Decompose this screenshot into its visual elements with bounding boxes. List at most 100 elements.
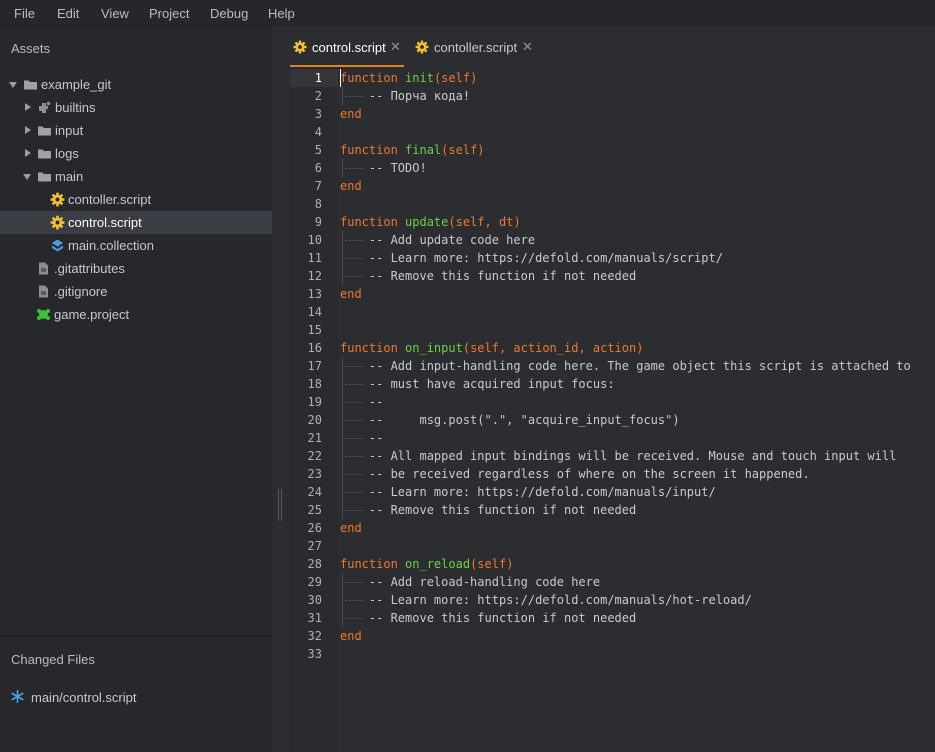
indent-guide [342, 501, 343, 519]
line-number: 8 [314, 197, 322, 211]
close-icon[interactable]: ✕ [522, 39, 533, 55]
chevron-right-icon[interactable] [25, 149, 31, 157]
line-number: 23 [307, 467, 322, 481]
menu-project[interactable]: Project [149, 6, 189, 21]
menu-bar: File Edit View Project Debug Help [0, 0, 935, 27]
code-line: -- Learn more: https://defold.com/manual… [368, 485, 716, 499]
line-number: 26 [307, 521, 322, 535]
tab-label: control.script [312, 40, 386, 55]
whitespace-marker [345, 582, 363, 583]
chevron-right-icon[interactable] [25, 103, 31, 111]
chevron-down-icon[interactable] [9, 82, 17, 88]
tab-label: contoller.script [434, 40, 518, 55]
line-number: 16 [307, 341, 322, 355]
code-line: function init(self) [340, 71, 478, 85]
whitespace-marker [345, 96, 363, 97]
chevron-down-icon[interactable] [23, 174, 31, 180]
line-number: 18 [307, 377, 322, 391]
gear-script-icon [50, 215, 65, 230]
whitespace-marker [345, 402, 363, 403]
indent-guide [342, 267, 343, 285]
line-number: 20 [307, 413, 322, 427]
menu-debug[interactable]: Debug [210, 6, 248, 21]
editor-tab-bar: control.script ✕ contoller.script ✕ [290, 27, 935, 67]
chevron-right-icon[interactable] [25, 126, 31, 134]
tree-item-label: main [55, 169, 84, 184]
line-number: 11 [307, 251, 322, 265]
code-line: function on_input(self, action_id, actio… [340, 341, 644, 355]
tree-item-label: builtins [55, 100, 96, 115]
line-number: 9 [314, 215, 322, 229]
line-number: 29 [307, 575, 322, 589]
tree-item-label: example_git [41, 77, 112, 92]
line-number: 5 [314, 143, 322, 157]
whitespace-marker [345, 618, 363, 619]
menu-help[interactable]: Help [268, 6, 295, 21]
code-line: -- Add input-handling code here. The gam… [368, 359, 911, 373]
tab-contoller-script[interactable]: contoller.script ✕ [412, 27, 533, 67]
whitespace-marker [345, 384, 363, 385]
code-line: -- Add update code here [368, 233, 536, 247]
whitespace-marker [345, 474, 363, 475]
code-line: -- All mapped input bindings will be rec… [368, 449, 897, 463]
gear-script-icon [50, 192, 65, 207]
tree-item-label: control.script [68, 215, 142, 230]
whitespace-marker [345, 438, 363, 439]
tree-item-main[interactable]: main [0, 165, 272, 188]
line-number: 28 [307, 557, 322, 571]
indent-guide [342, 393, 343, 411]
code-line: -- must have acquired input focus: [368, 377, 615, 391]
code-line: -- Remove this function if not needed [368, 269, 637, 283]
pane-splitter[interactable] [272, 27, 290, 752]
tree-item-main-collection[interactable]: main.collection [0, 234, 272, 257]
tree-item-gitignore[interactable]: .gitignore [0, 280, 272, 303]
folder-icon [23, 77, 38, 92]
line-number: 33 [307, 647, 322, 661]
indent-guide [342, 573, 343, 591]
code-line: -- Learn more: https://defold.com/manual… [368, 593, 752, 607]
line-number: 4 [314, 125, 322, 139]
tree-item-label: contoller.script [68, 192, 152, 207]
code-line: end [340, 629, 362, 643]
tree-item-logs[interactable]: logs [0, 142, 272, 165]
tab-control-script[interactable]: control.script ✕ [290, 27, 410, 67]
tree-item-contoller-script[interactable]: contoller.script [0, 188, 272, 211]
whitespace-marker [345, 366, 363, 367]
tree-item-label: .gitattributes [54, 261, 125, 276]
tree-item-label: .gitignore [54, 284, 108, 299]
line-number: 12 [307, 269, 322, 283]
splitter-grip-icon[interactable] [278, 489, 284, 521]
code-line: -- Learn more: https://defold.com/manual… [368, 251, 723, 265]
line-number: 22 [307, 449, 322, 463]
code-text-area[interactable]: function init(self) -- Порча кода! end fun… [340, 67, 935, 752]
tree-item-game-project[interactable]: game.project [0, 303, 272, 326]
modified-asterisk-icon [11, 690, 24, 703]
line-number: 6 [314, 161, 322, 175]
menu-file[interactable]: File [14, 6, 35, 21]
code-line: -- Add reload-handling code here [368, 575, 601, 589]
line-number: 32 [307, 629, 322, 643]
tree-item-input[interactable]: input [0, 119, 272, 142]
indent-guide [342, 447, 343, 465]
code-line: end [340, 521, 362, 535]
assets-header: Assets [11, 41, 51, 56]
line-number: 3 [314, 107, 322, 121]
close-icon[interactable]: ✕ [390, 39, 401, 55]
folder-icon [37, 169, 52, 184]
tree-item-gitattributes[interactable]: .gitattributes [0, 257, 272, 280]
menu-view[interactable]: View [101, 6, 129, 21]
code-line: function update(self, dt) [340, 215, 521, 229]
tree-item-control-script[interactable]: control.script [0, 211, 272, 234]
indent-guide [342, 249, 343, 267]
whitespace-marker [345, 276, 363, 277]
tree-item-builtins[interactable]: builtins [0, 96, 272, 119]
code-line: -- Remove this function if not needed [368, 611, 637, 625]
line-number: 31 [307, 611, 322, 625]
tree-item-example-git[interactable]: example_git [0, 73, 272, 96]
menu-edit[interactable]: Edit [57, 6, 79, 21]
line-number: 13 [307, 287, 322, 301]
whitespace-marker [345, 258, 363, 259]
file-icon [36, 261, 51, 276]
pane-divider[interactable] [0, 636, 272, 637]
changed-file-item[interactable]: main/control.script [31, 690, 136, 705]
